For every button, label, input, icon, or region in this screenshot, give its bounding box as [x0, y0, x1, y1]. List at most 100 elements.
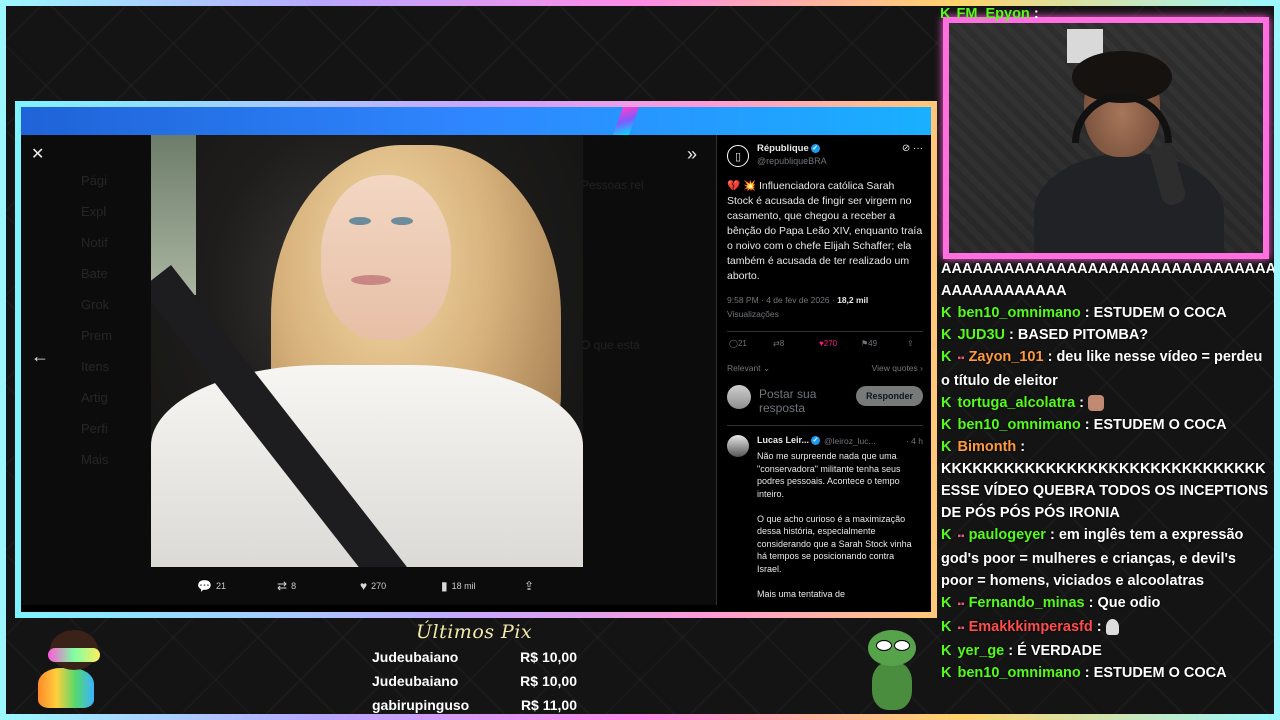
tweet-reply-button[interactable]: ◯ 21 [729, 339, 747, 348]
ghost-right-item: O que está [581, 338, 640, 352]
kick-icon: K [941, 395, 952, 411]
kick-icon: K [941, 439, 952, 455]
chat-text: BASED PITOMBA? [1017, 327, 1149, 343]
view-quotes-link[interactable]: View quotes › [872, 363, 923, 373]
reply-input[interactable]: Postar sua resposta [759, 387, 851, 415]
chat-top-partial: K FM_Epyon : [940, 4, 1060, 24]
arrow-left-icon[interactable]: ← [31, 347, 49, 365]
tweet-bookmark-count: 49 [868, 339, 878, 348]
tweet-like-count: 270 [823, 339, 838, 348]
media-share-button[interactable]: ⇪ [524, 579, 534, 593]
chat-text: ESTUDEM O COCA [1093, 417, 1227, 433]
chat-emote-icon [1088, 395, 1105, 412]
tweet-views-label: Visualizações [727, 309, 779, 319]
chat-text: AAAAAAAAAAAAAAAAAAAAAAAAAAAAAAAAAA AAAAA… [941, 261, 1280, 299]
tweet-views-count: 18,2 mil [837, 295, 869, 305]
tweet-share-button[interactable]: ⇪ [907, 339, 914, 348]
more-icon[interactable]: ··· [913, 143, 923, 154]
sub-badge-icon: ▪▪ [957, 623, 965, 634]
comment-text: Não me surpreende nada que uma "conserva… [757, 451, 912, 599]
tweet-bookmark-button[interactable]: ⚑ 49 [861, 339, 877, 348]
tweet-photo[interactable] [151, 135, 583, 567]
chat-separator: : [1029, 6, 1039, 22]
chat-username[interactable]: yer_ge [957, 643, 1004, 659]
viewer-avatar [727, 385, 751, 409]
chat-text: É VERDADE [1017, 643, 1102, 659]
views-icon: ▮ [441, 579, 448, 593]
chat-message: K Bimonth : KKKKKKKKKKKKKKKKKKKKKKKKKKKKK… [941, 439, 1269, 521]
commenter-avatar[interactable] [727, 435, 749, 457]
tweet-text: 💔 💥 Influenciadora católica Sarah Stock … [727, 180, 923, 282]
chevron-down-icon: ⌄ [762, 363, 771, 373]
chat-username[interactable]: ben10_omnimano [957, 665, 1080, 681]
pix-amount: R$ 10,00 [520, 673, 577, 689]
close-icon[interactable]: ✕ [31, 147, 44, 163]
chat-username[interactable]: FM_Epyon [956, 6, 1029, 22]
reply-icon: 💬 [197, 579, 212, 593]
kick-icon: K [941, 349, 952, 365]
chat-username[interactable]: Emakkkimperasfd [969, 619, 1093, 635]
tweet-time[interactable]: 9:58 PM · 4 de fev de 2026 · [727, 295, 837, 305]
chat-emote-icon [1105, 619, 1119, 636]
ghost-right-column: Pessoas rel O que está [581, 165, 716, 365]
author-avatar[interactable]: ▯ [727, 145, 749, 167]
media-views-button[interactable]: ▮ 18 mil [441, 579, 476, 593]
reply-composer: Postar sua resposta Responder [727, 383, 923, 415]
chat-username[interactable]: paulogeyer [969, 527, 1046, 543]
sub-badge-icon: ▪▪ [957, 531, 965, 542]
pix-row: Judeubaiano R$ 10,00 [372, 669, 577, 693]
chat-message: Kben10_omnimano : ESTUDEM O COCA [941, 417, 1227, 433]
like-count: 270 [371, 581, 387, 591]
view-quotes-label: View quotes [871, 363, 918, 373]
pix-row: Judeubaiano R$ 10,00 [372, 645, 577, 669]
pix-amount: R$ 10,00 [520, 649, 577, 665]
chat-message: Kben10_omnimano : ESTUDEM O COCA [941, 665, 1227, 681]
kick-icon: K [941, 595, 952, 611]
media-reply-button[interactable]: 💬 21 [197, 579, 226, 593]
chat-username[interactable]: Fernando_minas [969, 595, 1085, 611]
reply-sort-dropdown[interactable]: Relevant ⌄ [727, 363, 770, 374]
reply-button[interactable]: Responder [855, 386, 923, 406]
author-name[interactable]: République ✓ [757, 143, 820, 154]
chat-text: KKKKKKKKKKKKKKKKKKKKKKKKKKKKKKK ESSE VÍD… [941, 461, 1269, 521]
kick-icon: K [941, 619, 952, 635]
pepe-eye [876, 640, 892, 651]
collapse-panel-icon[interactable]: » [687, 145, 697, 163]
streamer [1034, 51, 1224, 253]
pix-title: Últimos Pix [416, 621, 533, 643]
pix-donor: gabirupinguso [372, 697, 470, 713]
photo-eye [349, 217, 371, 225]
chat-username[interactable]: Bimonth [957, 439, 1016, 455]
tweet-panel: ▯ République ✓ @republiqueBRA ⊘ ··· 💔 💥 I… [716, 135, 931, 605]
tweet-repost-button[interactable]: ⇄ 8 [773, 339, 784, 348]
pix-donor: Judeubaiano [372, 649, 459, 665]
chat-username[interactable]: JUD3U [957, 327, 1005, 343]
chat-username[interactable]: tortuga_alcolatra [957, 395, 1075, 411]
verified-icon: ✓ [811, 436, 821, 446]
chat-message: K JUD3U : BASED PITOMBA? [941, 327, 1149, 343]
chat-message: Ktortuga_alcolatra : [940, 392, 1272, 414]
author-handle[interactable]: @republiqueBRA [757, 156, 827, 166]
tweet-repost-count: 8 [779, 339, 785, 348]
grok-icon[interactable]: ⊘ [902, 143, 910, 154]
chat-username[interactable]: ben10_omnimano [957, 305, 1080, 321]
chat-message: Kyer_ge : É VERDADE [941, 643, 1102, 659]
chat-username[interactable]: ben10_omnimano [957, 417, 1080, 433]
pepe-body [872, 662, 912, 710]
media-like-button[interactable]: ♥ 270 [360, 579, 386, 593]
kick-icon: K [941, 305, 952, 321]
tweet-header: ▯ République ✓ @republiqueBRA ⊘ ··· [727, 143, 923, 169]
chat-text: Que odio [1097, 595, 1161, 611]
mascot-body [38, 668, 94, 708]
kick-icon: K [941, 665, 952, 681]
media-repost-button[interactable]: ⇄ 8 [277, 579, 296, 593]
chat-username[interactable]: Zayon_101 [969, 349, 1044, 365]
verified-icon: ✓ [810, 143, 820, 153]
chat-text: ESTUDEM O COCA [1093, 665, 1227, 681]
repost-icon: ⇄ [277, 579, 288, 593]
tweet-header-icons: ⊘ ··· [902, 143, 923, 154]
streamer-shirt [1034, 153, 1224, 253]
kick-icon: K [940, 6, 951, 22]
commenter-name[interactable]: Lucas Leir... ✓ [757, 435, 821, 446]
tweet-like-button[interactable]: ♥ 270 [819, 339, 837, 348]
